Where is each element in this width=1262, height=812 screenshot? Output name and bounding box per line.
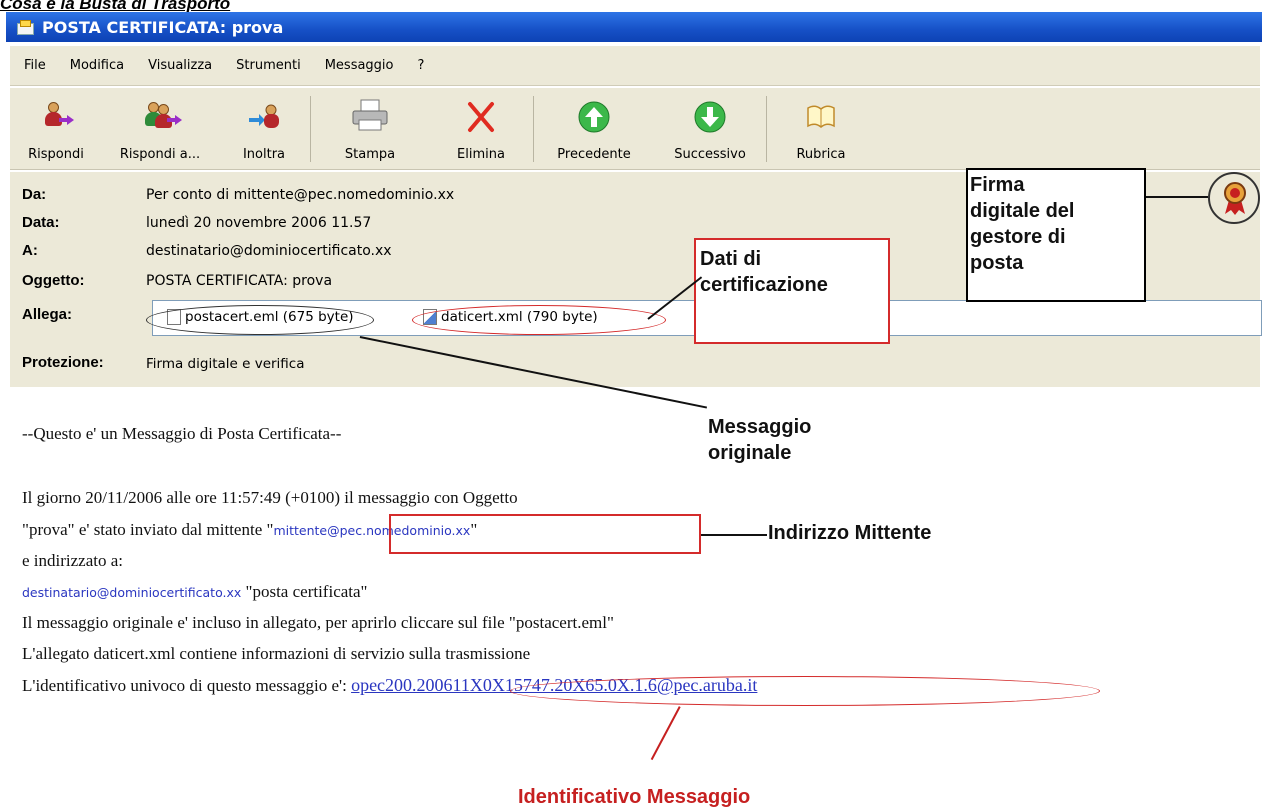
subject-value: POSTA CERTIFICATA: prova xyxy=(146,273,333,289)
printer-icon xyxy=(352,99,388,134)
identificativo-annotation: Identificativo Messaggio xyxy=(518,786,751,808)
postacert-highlight xyxy=(146,305,374,335)
body-line-6: Il messaggio originale e' incluso in all… xyxy=(22,613,614,632)
mittente-annotation: Indirizzo Mittente xyxy=(768,522,932,544)
firma-annotation-text: Firma digitale del gestore di posta xyxy=(970,174,1075,274)
menu-strumenti[interactable]: Strumenti xyxy=(236,58,301,73)
subject-label: Oggetto: xyxy=(22,272,85,289)
window-titlebar: POSTA CERTIFICATA: prova xyxy=(6,12,1262,42)
previous-label: Precedente xyxy=(557,147,631,162)
msg-orig-annotation: Messaggio originale xyxy=(708,416,812,464)
forward-label: Inoltra xyxy=(242,147,286,162)
menu-visualizza[interactable]: Visualizza xyxy=(148,58,212,73)
next-button[interactable]: Successivo xyxy=(654,88,766,170)
next-label: Successivo xyxy=(674,147,746,162)
body-line-1: --Questo e' un Messaggio di Posta Certif… xyxy=(22,424,342,443)
protection-value: Firma digitale e verifica xyxy=(146,356,305,372)
forward-button[interactable]: Inoltra xyxy=(218,88,310,170)
firma-connector xyxy=(1146,196,1208,198)
to-label: A: xyxy=(22,242,38,259)
body-line-2: Il giorno 20/11/2006 alle ore 11:57:49 (… xyxy=(22,488,518,507)
mail-icon xyxy=(16,20,34,35)
menu-help[interactable]: ? xyxy=(418,58,425,73)
window-title: POSTA CERTIFICATA: prova xyxy=(42,17,284,37)
reply-all-button[interactable]: Rispondi a... xyxy=(102,88,218,170)
print-label: Stampa xyxy=(344,147,396,162)
menu-modifica[interactable]: Modifica xyxy=(70,58,124,73)
date-value: lunedì 20 novembre 2006 11.57 xyxy=(146,215,372,231)
toolbar: Rispondi Rispondi a... Inoltra Stampa El… xyxy=(10,88,1260,170)
from-value: Per conto di mittente@pec.nomedominio.xx xyxy=(146,187,455,203)
menu-bar: File Modifica Visualizza Strumenti Messa… xyxy=(10,46,1260,86)
forward-icon xyxy=(247,100,281,134)
menu-file[interactable]: File xyxy=(24,58,46,73)
address-book-button[interactable]: Rubrica xyxy=(767,88,875,170)
delete-label: Elimina xyxy=(457,147,505,162)
body-line-4: e indirizzato a: xyxy=(22,551,124,570)
recipient-email-link[interactable]: destinatario@dominiocertificato.xx xyxy=(22,585,241,600)
address-book-icon xyxy=(804,100,838,134)
attach-label: Allega: xyxy=(22,306,73,323)
date-label: Data: xyxy=(22,214,60,231)
reply-all-icon xyxy=(143,100,182,134)
delete-button[interactable]: Elimina xyxy=(429,88,533,170)
address-book-label: Rubrica xyxy=(796,147,846,162)
mittente-connector xyxy=(701,534,767,536)
protection-label: Protezione: xyxy=(22,354,104,371)
body-line-5: destinatario@dominiocertificato.xx "post… xyxy=(22,582,368,601)
reply-icon xyxy=(39,100,74,134)
menu-messaggio[interactable]: Messaggio xyxy=(325,58,394,73)
id-connector xyxy=(651,706,681,761)
delete-icon xyxy=(464,100,498,134)
dati-annotation-text: Dati di certificazione xyxy=(700,248,828,296)
seal-icon xyxy=(1224,182,1246,215)
print-button[interactable]: Stampa xyxy=(311,88,429,170)
message-id-highlight xyxy=(510,676,1100,706)
reply-label: Rispondi xyxy=(28,147,84,162)
to-value: destinatario@dominiocertificato.xx xyxy=(146,243,392,259)
reply-button[interactable]: Rispondi xyxy=(10,88,102,170)
body-line-7: L'allegato daticert.xml contiene informa… xyxy=(22,644,531,663)
sender-highlight-box xyxy=(389,514,701,554)
previous-button[interactable]: Precedente xyxy=(534,88,654,170)
reply-all-label: Rispondi a... xyxy=(119,147,201,162)
down-arrow-icon xyxy=(693,100,727,134)
from-label: Da: xyxy=(22,186,47,203)
up-arrow-icon xyxy=(577,100,611,134)
daticert-highlight xyxy=(412,305,666,335)
